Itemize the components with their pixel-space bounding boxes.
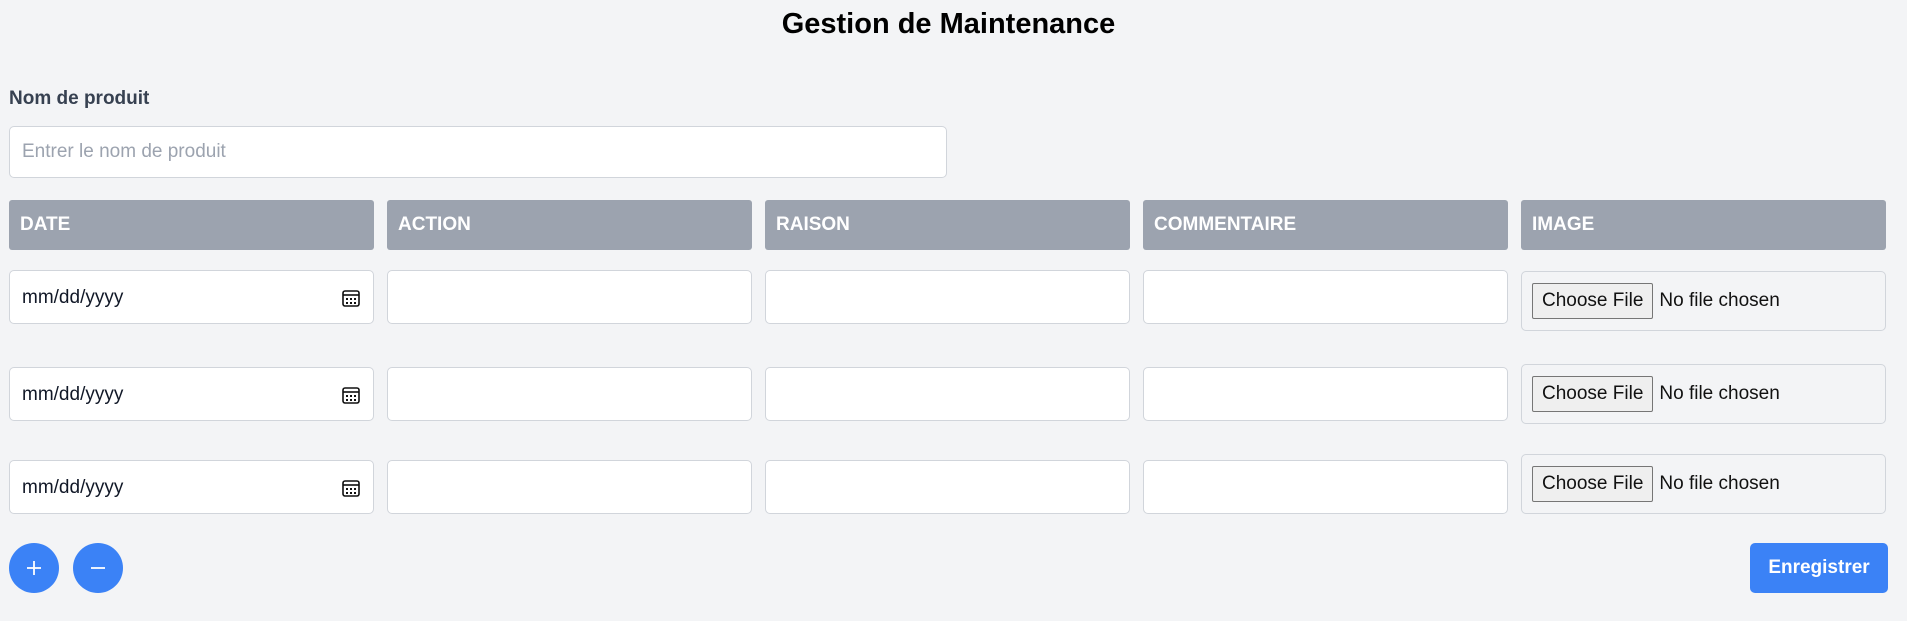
date-placeholder: mm/dd/yyyy	[22, 287, 124, 308]
action-input[interactable]	[387, 460, 752, 514]
date-placeholder: mm/dd/yyyy	[22, 384, 124, 405]
image-file-input[interactable]: Choose File No file chosen	[1521, 271, 1886, 331]
plus-icon	[27, 561, 41, 575]
maintenance-table: DATE ACTION RAISON COMMENTAIRE IMAGE mm/…	[9, 200, 1886, 514]
file-status: No file chosen	[1659, 473, 1780, 494]
action-input[interactable]	[387, 367, 752, 421]
image-file-input[interactable]: Choose File No file chosen	[1521, 454, 1886, 514]
product-name-input[interactable]	[9, 126, 947, 178]
date-placeholder: mm/dd/yyyy	[22, 477, 124, 498]
date-input[interactable]: mm/dd/yyyy	[9, 367, 374, 421]
choose-file-button[interactable]: Choose File	[1532, 466, 1654, 502]
commentaire-input[interactable]	[1143, 270, 1508, 324]
calendar-icon[interactable]	[341, 288, 361, 308]
commentaire-input[interactable]	[1143, 460, 1508, 514]
add-row-button[interactable]	[9, 543, 59, 593]
maintenance-page: Gestion de Maintenance Nom de produit DA…	[0, 0, 1907, 621]
column-header-image: IMAGE	[1521, 200, 1886, 250]
image-file-input[interactable]: Choose File No file chosen	[1521, 364, 1886, 424]
calendar-icon[interactable]	[341, 478, 361, 498]
choose-file-button[interactable]: Choose File	[1532, 376, 1654, 412]
calendar-icon[interactable]	[341, 385, 361, 405]
page-title: Gestion de Maintenance	[781, 8, 1116, 40]
raison-input[interactable]	[765, 367, 1130, 421]
date-input[interactable]: mm/dd/yyyy	[9, 460, 374, 514]
remove-row-button[interactable]	[73, 543, 123, 593]
column-header-date: DATE	[9, 200, 374, 250]
minus-icon	[91, 567, 105, 569]
column-header-action: ACTION	[387, 200, 752, 250]
column-header-raison: RAISON	[765, 200, 1130, 250]
raison-input[interactable]	[765, 270, 1130, 324]
save-button[interactable]: Enregistrer	[1750, 543, 1888, 593]
commentaire-input[interactable]	[1143, 367, 1508, 421]
action-input[interactable]	[387, 270, 752, 324]
product-name-label: Nom de produit	[9, 88, 150, 109]
date-input[interactable]: mm/dd/yyyy	[9, 270, 374, 324]
file-status: No file chosen	[1659, 290, 1780, 311]
file-status: No file chosen	[1659, 383, 1780, 404]
choose-file-button[interactable]: Choose File	[1532, 283, 1654, 319]
raison-input[interactable]	[765, 460, 1130, 514]
column-header-commentaire: COMMENTAIRE	[1143, 200, 1508, 250]
